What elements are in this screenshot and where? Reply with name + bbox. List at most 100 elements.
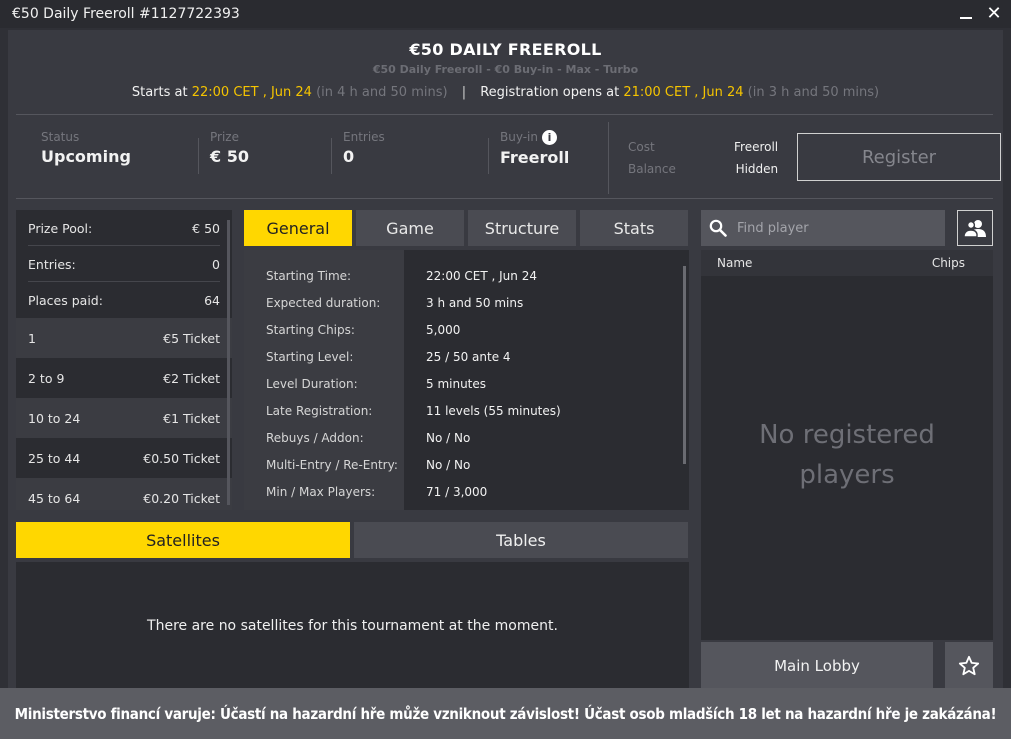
empty-players-message: No registered players bbox=[701, 415, 993, 495]
general-key: Late Registration: bbox=[266, 403, 373, 418]
divider bbox=[488, 138, 489, 174]
buyin-label-text: Buy-in bbox=[500, 130, 538, 144]
divider bbox=[331, 138, 332, 174]
general-key: Starting Time: bbox=[266, 268, 352, 283]
tab-stats[interactable]: Stats bbox=[580, 210, 688, 246]
users-icon bbox=[964, 220, 986, 237]
satellites-empty-message: There are no satellites for this tournam… bbox=[147, 618, 558, 634]
starts-time: 22:00 CET , Jun 24 bbox=[191, 85, 312, 100]
payout-place: 1 bbox=[28, 330, 36, 346]
payout-place: 10 to 24 bbox=[28, 410, 81, 426]
favorite-button[interactable] bbox=[945, 642, 993, 690]
starts-countdown: (in 4 h and 50 mins) bbox=[316, 85, 448, 100]
find-player-box bbox=[701, 210, 945, 246]
general-row: Late Registration: 11 levels (55 minutes) bbox=[244, 397, 684, 424]
gambling-warning: Ministerstvo financí varuje: Účastí na h… bbox=[0, 688, 1011, 739]
tab-game[interactable]: Game bbox=[356, 210, 464, 246]
divider bbox=[16, 198, 993, 199]
payout-row: 10 to 24 €1 Ticket bbox=[16, 398, 232, 438]
places-paid-row: Places paid: 64 bbox=[16, 282, 232, 318]
prize-value: € 50 bbox=[210, 147, 249, 166]
divider bbox=[16, 114, 993, 115]
payout-prize: €0.20 Ticket bbox=[143, 490, 220, 506]
general-value: 5 minutes bbox=[426, 376, 487, 391]
general-row: Rebuys / Addon: No / No bbox=[244, 424, 684, 451]
prize-table: Prize Pool: € 50 Entries: 0 Places paid:… bbox=[16, 210, 232, 510]
status-label: Status bbox=[41, 130, 80, 144]
window-title: €50 Daily Freeroll #1127722393 bbox=[12, 6, 240, 22]
prize-cell: Prize € 50 bbox=[210, 130, 249, 166]
entries-cell: Entries 0 bbox=[343, 130, 385, 166]
entries-row: Entries: 0 bbox=[16, 246, 232, 282]
tab-tables[interactable]: Tables bbox=[354, 522, 688, 558]
general-key: Multi-Entry / Re-Entry: bbox=[266, 457, 398, 472]
tournament-window: €50 DAILY FREEROLL €50 Daily Freeroll - … bbox=[8, 30, 1003, 690]
player-filter-button[interactable] bbox=[957, 210, 993, 246]
general-row: Starting Time: 22:00 CET , Jun 24 bbox=[244, 262, 684, 289]
buyin-label: Buy-in i bbox=[500, 130, 569, 145]
cost-value: Freeroll bbox=[734, 140, 779, 154]
general-key: Level Duration: bbox=[266, 376, 358, 391]
buyin-cell: Buy-in i Freeroll bbox=[500, 130, 569, 167]
payout-prize: €5 Ticket bbox=[163, 330, 220, 346]
entries-row-value: 0 bbox=[212, 256, 220, 272]
general-row: Expected duration: 3 h and 50 mins bbox=[244, 289, 684, 316]
entries-row-label: Entries: bbox=[28, 256, 76, 272]
payout-row: 25 to 44 €0.50 Ticket bbox=[16, 438, 232, 478]
players-list: Name Chips No registered players bbox=[701, 250, 993, 640]
general-key: Rebuys / Addon: bbox=[266, 430, 364, 445]
star-icon bbox=[958, 655, 980, 676]
general-row: Level Duration: 5 minutes bbox=[244, 370, 684, 397]
find-player-input[interactable] bbox=[737, 220, 927, 236]
general-panel: Starting Time: 22:00 CET , Jun 24 Expecte… bbox=[244, 250, 689, 510]
satellites-panel: There are no satellites for this tournam… bbox=[16, 562, 689, 690]
tab-structure[interactable]: Structure bbox=[468, 210, 576, 246]
status-cell: Status Upcoming bbox=[41, 130, 131, 166]
schedule-separator: | bbox=[461, 85, 467, 100]
payout-place: 25 to 44 bbox=[28, 450, 81, 466]
tournament-header: €50 DAILY FREEROLL €50 Daily Freeroll - … bbox=[8, 30, 1003, 100]
prize-pool-row: Prize Pool: € 50 bbox=[16, 210, 232, 246]
search-icon bbox=[709, 219, 727, 237]
entries-label: Entries bbox=[343, 130, 385, 144]
cost-labels: Cost Balance bbox=[628, 136, 676, 180]
info-icon[interactable]: i bbox=[542, 130, 557, 145]
main-lobby-button[interactable]: Main Lobby bbox=[701, 642, 933, 690]
general-value: 22:00 CET , Jun 24 bbox=[426, 268, 537, 283]
payout-prize: €2 Ticket bbox=[163, 370, 220, 386]
register-button[interactable]: Register bbox=[797, 133, 1001, 181]
col-chips[interactable]: Chips bbox=[932, 256, 965, 270]
payout-row: 2 to 9 €2 Ticket bbox=[16, 358, 232, 398]
prize-scrollbar[interactable] bbox=[227, 220, 230, 505]
bottom-tabs: Satellites Tables bbox=[16, 522, 688, 558]
minimize-icon[interactable] bbox=[957, 2, 975, 24]
general-key: Expected duration: bbox=[266, 295, 381, 310]
payout-row: 45 to 64 €0.20 Ticket bbox=[16, 478, 232, 510]
empty-line-1: No registered bbox=[759, 420, 935, 450]
schedule-line: Starts at 22:00 CET , Jun 24 (in 4 h and… bbox=[8, 85, 1003, 100]
payout-row: 1 €5 Ticket bbox=[16, 318, 232, 358]
col-name[interactable]: Name bbox=[717, 256, 752, 270]
players-header: Name Chips bbox=[701, 250, 993, 276]
places-paid-value: 64 bbox=[204, 292, 220, 308]
balance-label: Balance bbox=[628, 162, 676, 176]
general-value: 5,000 bbox=[426, 322, 461, 337]
status-value: Upcoming bbox=[41, 147, 131, 166]
payout-place: 2 to 9 bbox=[28, 370, 65, 386]
general-value: 71 / 3,000 bbox=[426, 484, 488, 499]
tab-general[interactable]: General bbox=[244, 210, 352, 246]
general-key: Starting Chips: bbox=[266, 322, 355, 337]
general-value: No / No bbox=[426, 430, 471, 445]
general-key: Min / Max Players: bbox=[266, 484, 376, 499]
general-value: 11 levels (55 minutes) bbox=[426, 403, 561, 418]
cost-values: Freeroll Hidden bbox=[734, 136, 778, 180]
registration-label: Registration opens at bbox=[480, 85, 620, 100]
detail-tabs: General Game Structure Stats bbox=[244, 210, 688, 246]
starts-label: Starts at bbox=[131, 85, 188, 100]
close-icon[interactable]: ✕ bbox=[985, 2, 1003, 24]
general-row: Starting Level: 25 / 50 ante 4 bbox=[244, 343, 684, 370]
divider bbox=[608, 122, 609, 194]
tab-satellites[interactable]: Satellites bbox=[16, 522, 350, 558]
general-scrollbar[interactable] bbox=[683, 266, 686, 464]
general-value: 25 / 50 ante 4 bbox=[426, 349, 511, 364]
